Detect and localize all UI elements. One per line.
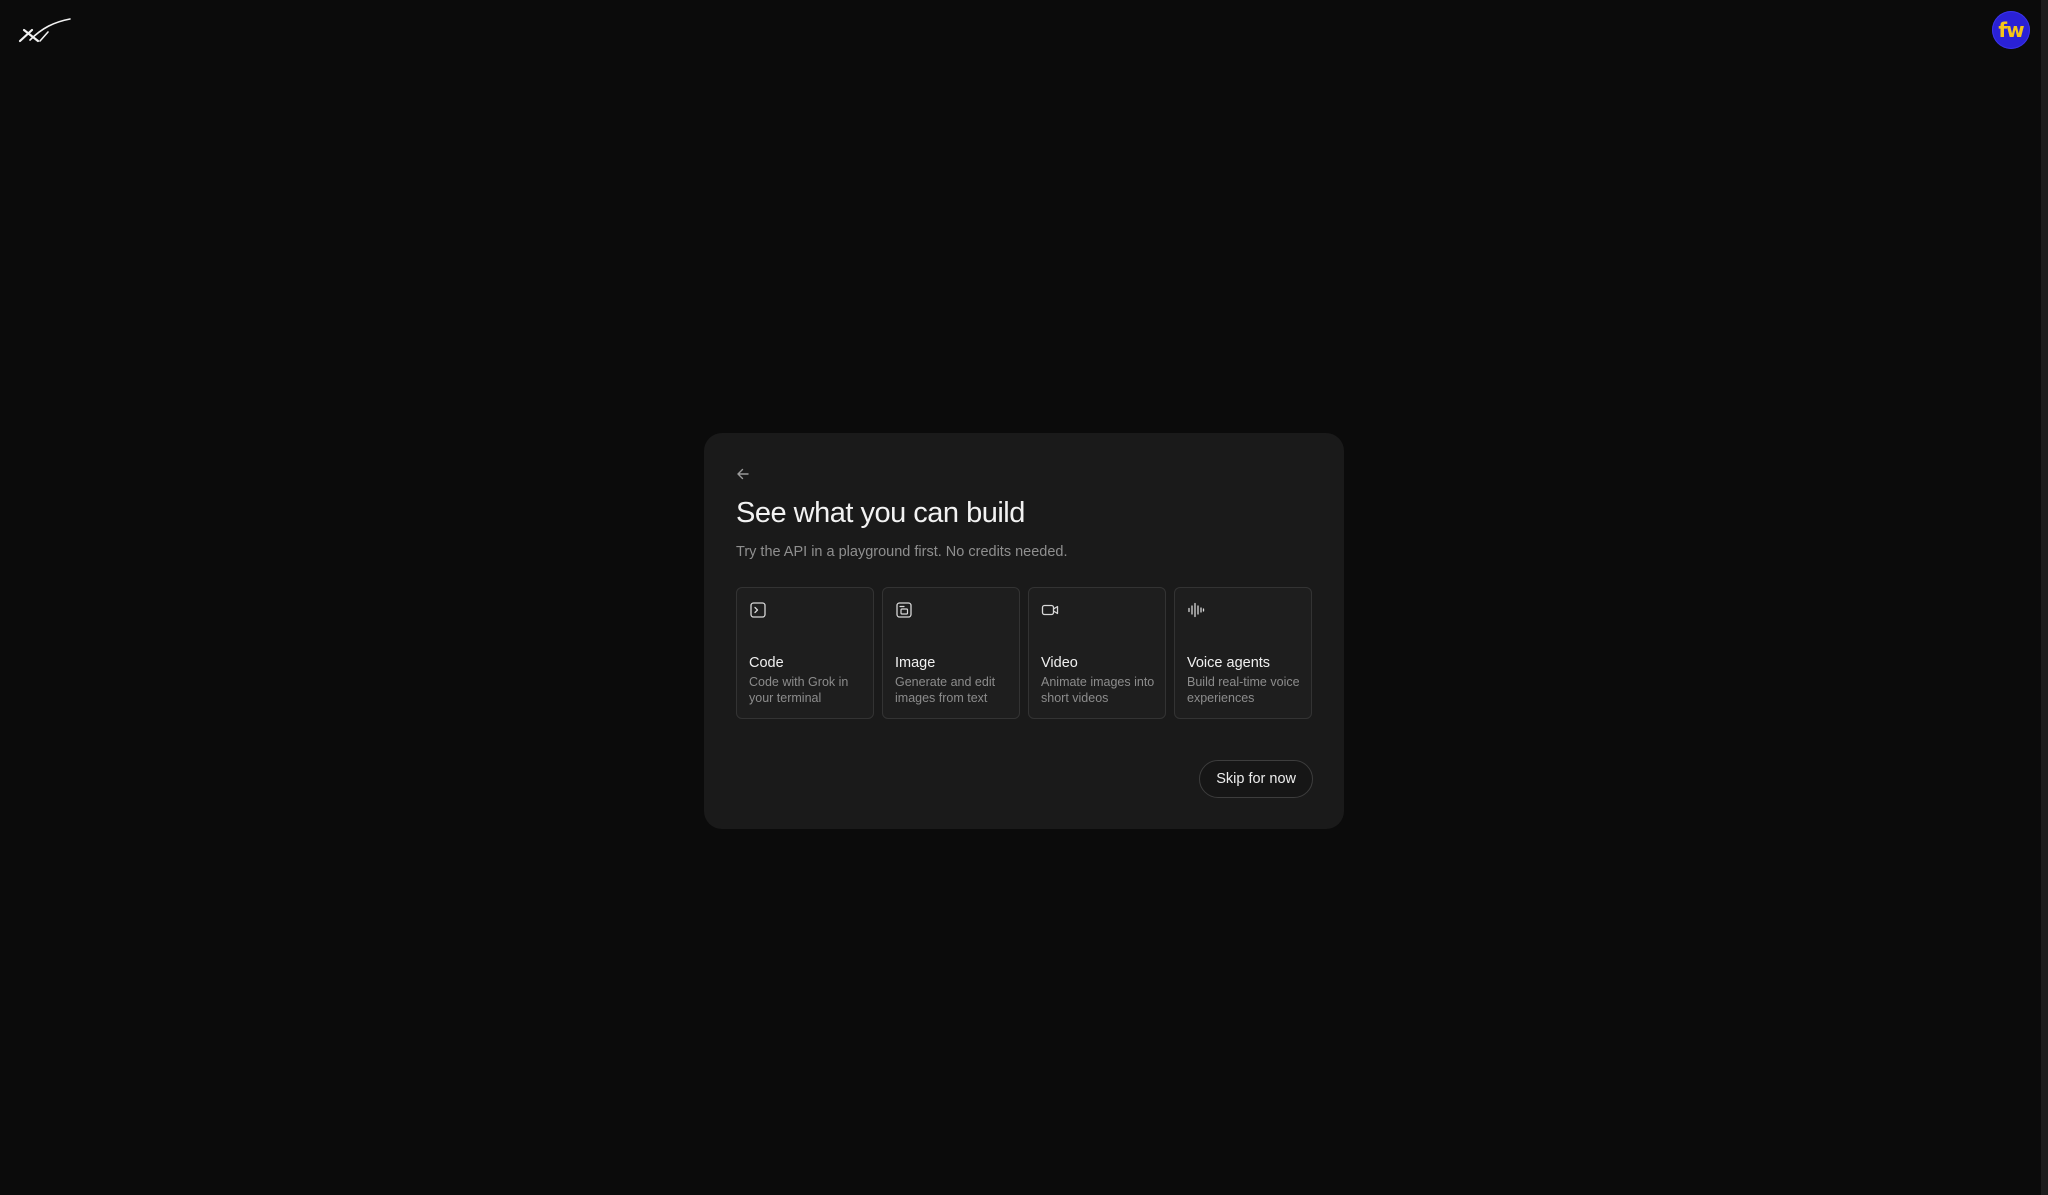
terminal-icon — [750, 602, 766, 618]
option-title: Image — [895, 655, 936, 671]
option-list: Code Code with Grok in your terminal Ima… — [736, 587, 1313, 719]
option-title: Voice agents — [1187, 655, 1271, 671]
option-voice-agents[interactable]: Voice agents Build real-time voice exper… — [1174, 587, 1312, 719]
scrollbar[interactable] — [2041, 0, 2048, 1195]
skip-button[interactable]: Skip for now — [1199, 760, 1313, 798]
avatar-initials: fw — [1998, 18, 2024, 42]
video-icon — [1041, 604, 1059, 616]
xai-logo-icon[interactable] — [18, 18, 72, 44]
waveform-icon — [1188, 602, 1205, 618]
user-avatar[interactable]: fw — [1992, 11, 2030, 49]
onboarding-card: See what you can build Try the API in a … — [704, 433, 1344, 829]
image-icon — [896, 602, 912, 618]
option-video[interactable]: Video Animate images into short videos — [1028, 587, 1166, 719]
page: fw See what you can build Try the API in… — [0, 0, 2048, 1195]
option-description: Code with Grok in your terminal — [749, 675, 849, 705]
option-description: Generate and edit images from text — [895, 675, 996, 705]
dialog-footer: Skip for now — [1199, 760, 1313, 798]
option-title: Video — [1041, 655, 1078, 671]
arrow-left-icon — [737, 468, 749, 480]
option-code[interactable]: Code Code with Grok in your terminal — [736, 587, 874, 719]
option-title: Code — [749, 655, 784, 671]
option-image[interactable]: Image Generate and edit images from text — [882, 587, 1020, 719]
option-description: Build real-time voice experiences — [1187, 675, 1300, 705]
dialog-subtitle: Try the API in a playground first. No cr… — [736, 544, 1068, 560]
dialog-title: See what you can build — [736, 497, 1025, 529]
option-description: Animate images into short videos — [1041, 675, 1155, 705]
back-button[interactable] — [736, 463, 758, 485]
